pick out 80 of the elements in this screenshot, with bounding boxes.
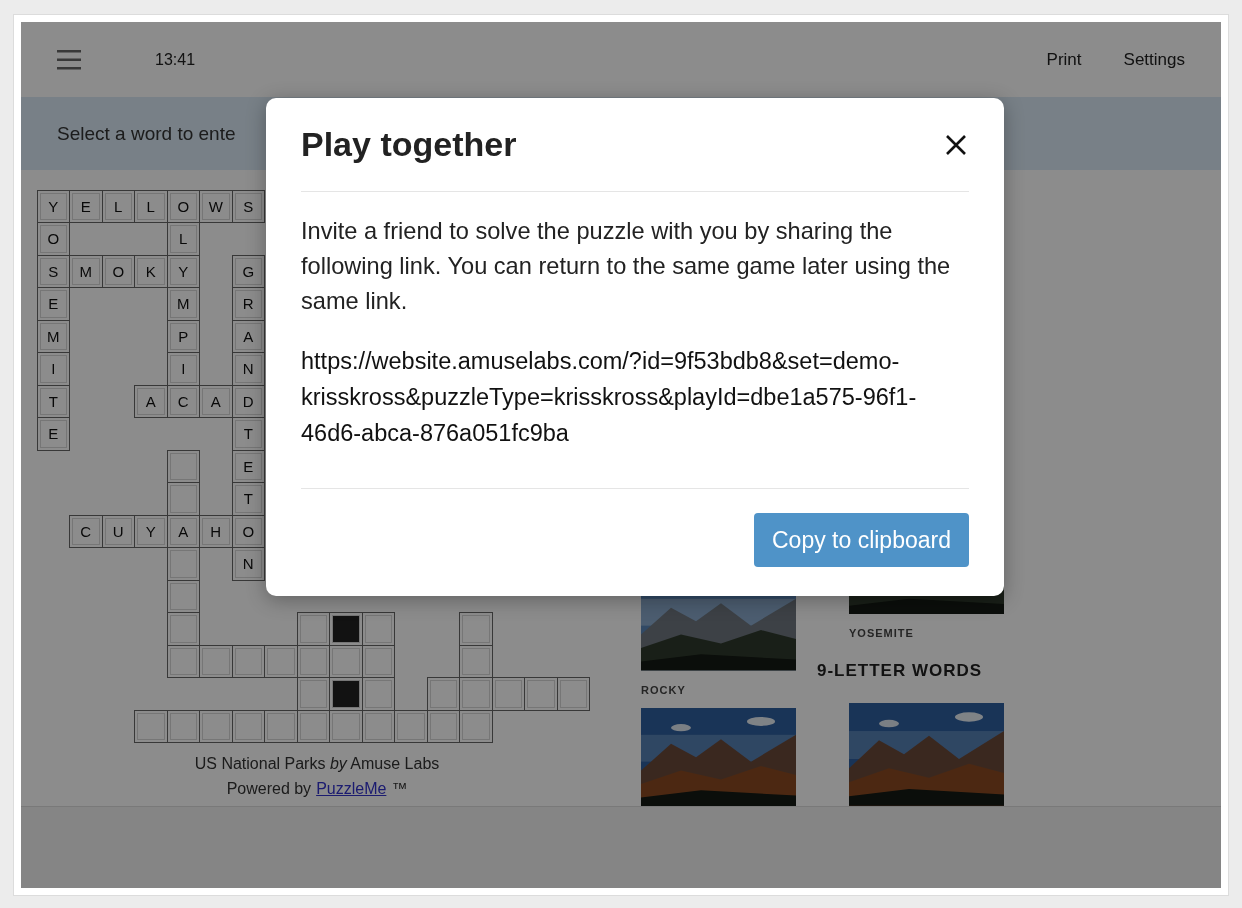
timer-text: 13:41 <box>155 50 196 69</box>
grid-cell[interactable] <box>361 612 395 646</box>
grid-cell[interactable]: Y <box>134 514 168 548</box>
grid-cell[interactable] <box>166 579 200 613</box>
grid-cell[interactable] <box>296 677 330 711</box>
grid-cell[interactable]: A <box>199 384 233 418</box>
grid-cell[interactable]: T <box>36 384 70 418</box>
grid-cell[interactable] <box>166 644 200 678</box>
section-heading: 9-LETTER WORDS <box>817 661 984 682</box>
grid-cell[interactable]: L <box>134 189 168 223</box>
grid-cell[interactable]: Y <box>36 189 70 223</box>
grid-cell[interactable]: L <box>166 222 200 256</box>
copy-button[interactable]: Copy to clipboard <box>754 513 969 567</box>
grid-cell[interactable] <box>134 709 168 743</box>
grid-cell[interactable]: S <box>231 189 265 223</box>
grid-cell[interactable]: K <box>134 254 168 288</box>
grid-cell[interactable] <box>459 644 493 678</box>
grid-cell[interactable] <box>459 612 493 646</box>
grid-cell[interactable] <box>459 677 493 711</box>
shaded-cell <box>329 612 363 646</box>
grid-cell[interactable]: L <box>101 189 135 223</box>
grid-cell[interactable] <box>426 677 460 711</box>
share-link-text: https://website.amuselabs.com/?id=9f53bdb8&set=demo-krisskross&puzzleType=krisskross&playId=dbe1a575-96f1-46d6-abca-876a051fc9ba <box>301 347 918 448</box>
grid-cell[interactable] <box>231 644 265 678</box>
grid-cell[interactable]: H <box>199 514 233 548</box>
grid-cell[interactable] <box>166 449 200 483</box>
grid-cell[interactable]: T <box>231 482 265 516</box>
grid-cell[interactable]: O <box>166 189 200 223</box>
grid-cell[interactable] <box>264 709 298 743</box>
grid-cell[interactable]: O <box>36 222 70 256</box>
grid-cell[interactable]: S <box>36 254 70 288</box>
grid-cell[interactable]: G <box>231 254 265 288</box>
grid-cell[interactable]: M <box>69 254 103 288</box>
grid-cell[interactable]: E <box>69 189 103 223</box>
close-icon[interactable] <box>945 133 967 156</box>
grid-cell[interactable]: E <box>36 417 70 451</box>
grid-cell[interactable] <box>199 709 233 743</box>
toolbar-link[interactable]: Print <box>1046 49 1082 70</box>
grid-cell[interactable] <box>296 612 330 646</box>
grid-cell[interactable] <box>491 677 525 711</box>
grid-cell[interactable]: W <box>199 189 233 223</box>
grid-cell[interactable] <box>459 709 493 743</box>
photo-caption: YOSEMITE <box>849 627 915 640</box>
puzzleme-link[interactable]: PuzzleMe <box>316 779 387 798</box>
grid-cell[interactable]: C <box>69 514 103 548</box>
grid-cell[interactable]: N <box>231 547 265 581</box>
dialog-title: Play together <box>301 125 517 164</box>
grid-cell[interactable]: T <box>231 417 265 451</box>
grid-cell[interactable]: I <box>166 352 200 386</box>
grid-cell[interactable] <box>231 709 265 743</box>
grid-cell[interactable]: E <box>231 449 265 483</box>
powered-text: Powered by <box>226 779 312 798</box>
grid-cell[interactable]: I <box>36 352 70 386</box>
hint-text: Select a word to ente <box>57 122 236 145</box>
grid-cell[interactable]: N <box>231 352 265 386</box>
grid-cell[interactable] <box>199 644 233 678</box>
grid-cell[interactable] <box>264 644 298 678</box>
grid-cell[interactable]: A <box>134 384 168 418</box>
dialog-message: Invite a friend to solve the puzzle with you by sharing the following link. You can return to the same game later using the same link. <box>301 217 952 316</box>
grid-cell[interactable] <box>166 612 200 646</box>
menu-icon[interactable] <box>57 48 81 71</box>
grid-cell[interactable] <box>524 677 558 711</box>
grid-cell[interactable] <box>556 677 590 711</box>
photo-caption: ROCKY <box>641 683 687 696</box>
grid-cell[interactable] <box>166 709 200 743</box>
grid-cell[interactable]: E <box>36 287 70 321</box>
grid-cell[interactable]: M <box>36 319 70 353</box>
grid-cell[interactable]: M <box>166 287 200 321</box>
grid-cell[interactable]: U <box>101 514 135 548</box>
grid-cell[interactable]: R <box>231 287 265 321</box>
grid-cell[interactable] <box>166 482 200 516</box>
shaded-cell <box>329 677 363 711</box>
puzzle-credit: US National Parks by Amuse Labs <box>193 754 441 773</box>
grid-cell[interactable] <box>166 547 200 581</box>
toolbar-link[interactable]: Settings <box>1123 49 1185 70</box>
grid-cell[interactable] <box>394 709 428 743</box>
grid-cell[interactable]: A <box>231 319 265 353</box>
grid-cell[interactable]: O <box>101 254 135 288</box>
trademark-text: ™ <box>391 779 408 798</box>
grid-cell[interactable]: P <box>166 319 200 353</box>
